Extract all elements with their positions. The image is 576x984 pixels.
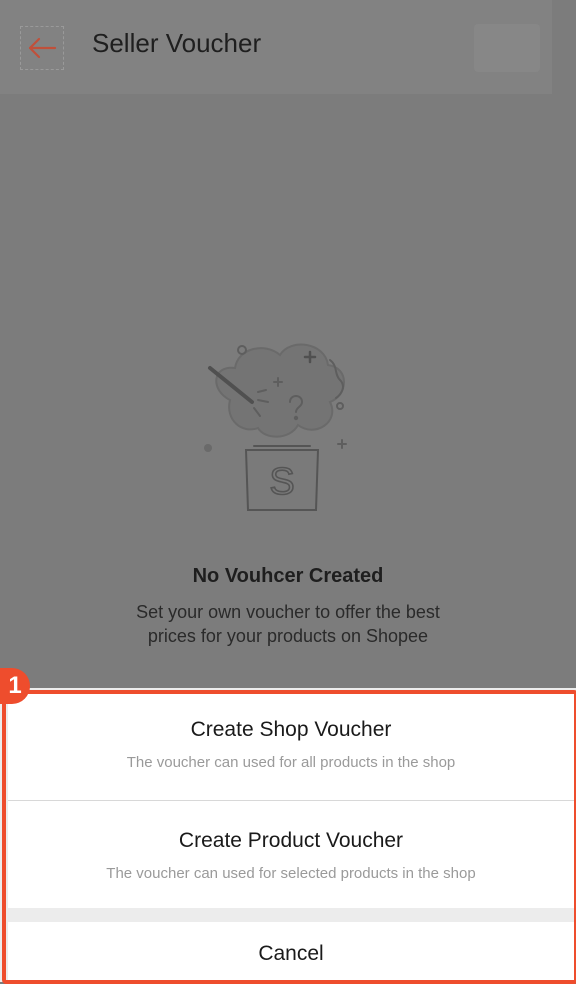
back-button[interactable]: [20, 26, 64, 70]
empty-state-description: Set your own voucher to offer the best p…: [0, 600, 576, 648]
header-action-button[interactable]: [474, 24, 540, 72]
empty-state-title: No Vouhcer Created: [192, 565, 384, 587]
empty-state-description-line: Set your own voucher to offer the best: [136, 602, 440, 622]
magic-box-icon: S: [204, 343, 347, 511]
header-bar: Seller Voucher: [0, 0, 552, 94]
box-letter: S: [269, 461, 294, 503]
highlight-frame: [2, 690, 576, 984]
empty-state-description-line: prices for your products on Shopee: [147, 626, 429, 646]
back-arrow-icon: [28, 37, 57, 59]
page-title: Seller Voucher: [92, 28, 262, 58]
